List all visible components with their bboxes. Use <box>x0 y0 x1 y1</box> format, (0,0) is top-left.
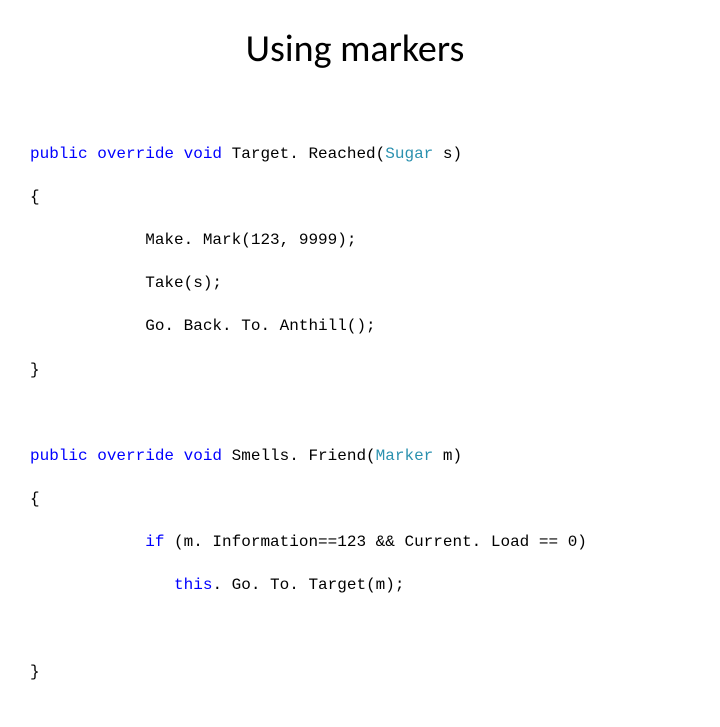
code-block: public override void Target. Reached(Sug… <box>30 122 680 727</box>
condition: (m. Information==123 && Current. Load ==… <box>164 533 586 551</box>
code-line: Make. Mark(123, 9999); <box>30 230 680 252</box>
param-type: Sugar <box>385 145 433 163</box>
blank-line: ​ <box>30 403 680 425</box>
param-tail: s) <box>433 145 462 163</box>
slide: Using markers public override void Targe… <box>0 0 720 540</box>
blank-line: ​ <box>30 619 680 641</box>
method-2-signature: public override void Smells. Friend(Mark… <box>30 446 680 468</box>
brace-open: { <box>30 489 680 511</box>
param-tail: m) <box>433 447 462 465</box>
brace-open: { <box>30 187 680 209</box>
code-line: Take(s); <box>30 273 680 295</box>
code-line: if (m. Information==123 && Current. Load… <box>30 532 680 554</box>
keyword-if: if <box>145 533 164 551</box>
method-name: Target. Reached( <box>222 145 385 163</box>
keywords: public override void <box>30 145 222 163</box>
brace-close: } <box>30 360 680 382</box>
keyword-this: this <box>174 576 212 594</box>
code-line: this. Go. To. Target(m); <box>30 575 680 597</box>
slide-title: Using markers <box>30 26 680 72</box>
brace-close: } <box>30 662 680 684</box>
indent <box>30 576 174 594</box>
call: . Go. To. Target(m); <box>212 576 404 594</box>
method-name: Smells. Friend( <box>222 447 376 465</box>
indent <box>30 533 145 551</box>
code-line: Go. Back. To. Anthill(); <box>30 316 680 338</box>
method-1-signature: public override void Target. Reached(Sug… <box>30 144 680 166</box>
keywords: public override void <box>30 447 222 465</box>
param-type: Marker <box>376 447 434 465</box>
